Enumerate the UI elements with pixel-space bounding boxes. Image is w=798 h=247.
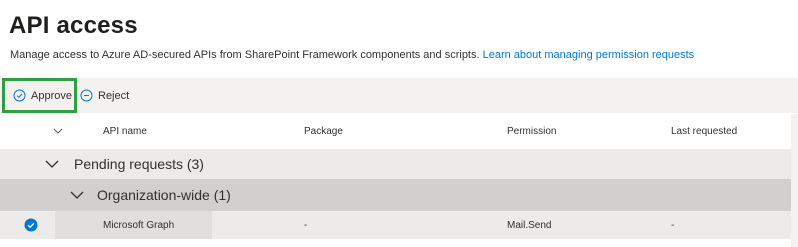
cell-package: -: [304, 220, 308, 231]
page-title: API access: [9, 12, 138, 39]
description-text: Manage access to Azure AD-secured APIs f…: [10, 49, 483, 61]
group-label: Pending requests (3): [74, 156, 204, 172]
table-header: API name Package Permission Last request…: [0, 114, 798, 149]
approve-label: Approve: [31, 89, 72, 102]
chevron-down-icon[interactable]: [69, 187, 85, 203]
check-circle-icon: [13, 89, 26, 102]
group-header-pending[interactable]: Pending requests (3): [0, 149, 791, 179]
page-description: Manage access to Azure AD-secured APIs f…: [10, 49, 694, 61]
column-header-last-requested[interactable]: Last requested: [671, 126, 737, 137]
vertical-scrollbar[interactable]: [791, 114, 798, 247]
table-row[interactable]: Microsoft Graph - Mail.Send -: [0, 211, 791, 239]
learn-more-link[interactable]: Learn about managing permission requests: [483, 49, 695, 61]
column-header-permission[interactable]: Permission: [507, 126, 556, 137]
reject-label: Reject: [98, 89, 130, 102]
minus-circle-icon: [80, 89, 93, 102]
subgroup-label: Organization-wide (1): [97, 187, 231, 203]
chevron-down-icon[interactable]: [44, 156, 60, 172]
command-bar: Approve Reject: [0, 78, 798, 113]
approve-button[interactable]: Approve: [2, 78, 77, 113]
checkmark-filled-circle-icon[interactable]: [24, 218, 38, 232]
cell-last-requested: -: [671, 220, 675, 231]
column-header-api-name[interactable]: API name: [103, 126, 147, 137]
column-header-package[interactable]: Package: [304, 126, 343, 137]
reject-button[interactable]: Reject: [80, 78, 129, 113]
cell-api-name: Microsoft Graph: [103, 220, 175, 231]
collapse-all-chevron-icon[interactable]: [51, 124, 65, 138]
cell-permission: Mail.Send: [507, 220, 552, 231]
subgroup-header-organization-wide[interactable]: Organization-wide (1): [0, 179, 791, 211]
